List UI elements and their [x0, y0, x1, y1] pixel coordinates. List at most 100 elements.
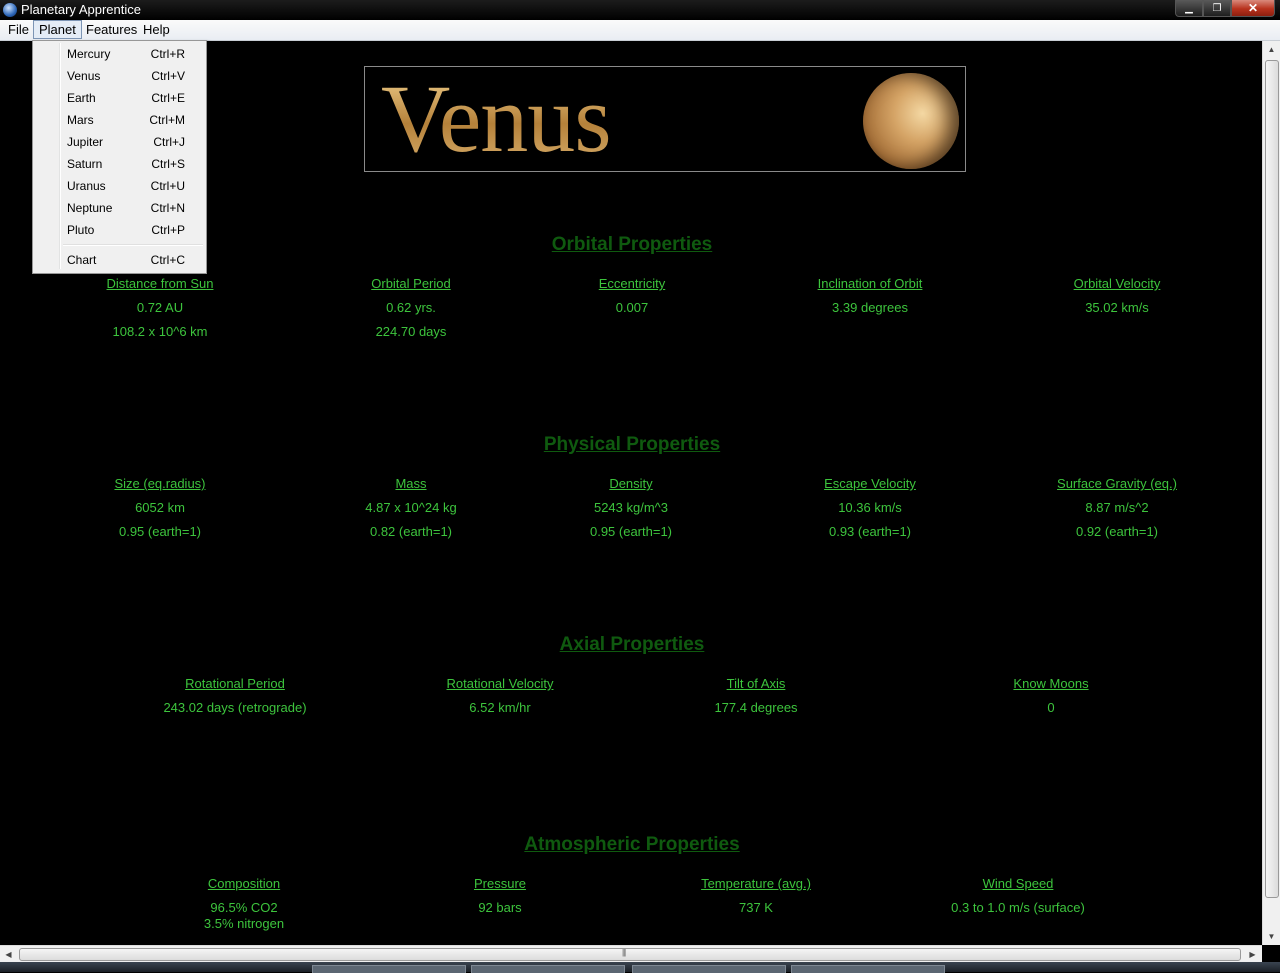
menu-item-label: Neptune [67, 201, 113, 215]
menu-item-label: Mars [67, 113, 94, 127]
column-header: Rotational Period [185, 676, 285, 691]
value: 4.87 x 10^24 kg [365, 500, 457, 515]
menu-item-pluto[interactable]: Pluto Ctrl+P [35, 219, 203, 241]
horizontal-scrollbar[interactable]: ◀ ||| ▶ [0, 945, 1262, 963]
value: 3.5% nitrogen [203, 916, 285, 931]
column-header: Distance from Sun [106, 276, 214, 291]
menu-item-shortcut: Ctrl+S [151, 157, 185, 171]
horizontal-scroll-thumb[interactable] [19, 948, 1241, 961]
column-header: Orbital Period [371, 276, 451, 291]
menu-item-jupiter[interactable]: Jupiter Ctrl+J [35, 131, 203, 153]
vertical-scroll-thumb[interactable] [1265, 60, 1279, 898]
vertical-scrollbar[interactable]: ▲ ▼ [1262, 41, 1280, 945]
menu-item-label: Venus [67, 69, 101, 83]
column-header: Eccentricity [598, 276, 666, 291]
menu-file[interactable]: File [3, 21, 34, 38]
column-header: Orbital Velocity [1073, 276, 1161, 291]
atmospheric-col-composition: Composition 96.5% CO2 3.5% nitrogen [124, 876, 364, 932]
value: 0.3 to 1.0 m/s (surface) [951, 900, 1085, 915]
window-controls: ▁ ❐ ✕ [1175, 0, 1275, 17]
menu-item-label: Saturn [67, 157, 103, 171]
column-header: Temperature (avg.) [701, 876, 811, 891]
orbital-col-inclination: Inclination of Orbit 3.39 degrees [750, 276, 990, 324]
scroll-right-arrow-icon[interactable]: ▶ [1244, 946, 1261, 963]
value: 177.4 degrees [714, 700, 798, 715]
atmospheric-col-temperature: Temperature (avg.) 737 K [636, 876, 876, 924]
column-header: Inclination of Orbit [817, 276, 923, 291]
menu-item-venus[interactable]: Venus Ctrl+V [35, 65, 203, 87]
physical-col-escape-velocity: Escape Velocity 10.36 km/s 0.93 (earth=1… [750, 476, 990, 548]
column-header: Size (eq.radius) [114, 476, 206, 491]
column-header: Density [609, 476, 653, 491]
value: 737 K [739, 900, 773, 915]
menu-item-label: Earth [67, 91, 96, 105]
physical-col-mass: Mass 4.87 x 10^24 kg 0.82 (earth=1) [291, 476, 531, 548]
menu-item-neptune[interactable]: Neptune Ctrl+N [35, 197, 203, 219]
menu-item-shortcut: Ctrl+N [150, 201, 185, 215]
atmospheric-col-pressure: Pressure 92 bars [380, 876, 620, 924]
column-header: Know Moons [1013, 676, 1089, 691]
planet-banner: Venus [364, 66, 966, 172]
column-header: Composition [207, 876, 281, 891]
value: 35.02 km/s [1085, 300, 1149, 315]
menu-item-label: Mercury [67, 47, 111, 61]
maximize-button[interactable]: ❐ [1203, 0, 1231, 17]
menu-item-shortcut: Ctrl+C [150, 253, 185, 267]
minimize-button[interactable]: ▁ [1175, 0, 1203, 17]
menu-separator [63, 244, 203, 246]
window-title: Planetary Apprentice [21, 2, 141, 17]
axial-col-rotational-velocity: Rotational Velocity 6.52 km/hr [380, 676, 620, 724]
menu-features[interactable]: Features [81, 21, 142, 38]
value: 0.007 [615, 300, 649, 315]
menu-item-shortcut: Ctrl+R [150, 47, 185, 61]
value: 0.95 (earth=1) [589, 524, 673, 539]
banner-planet-name: Venus [381, 66, 612, 172]
physical-col-surface-gravity: Surface Gravity (eq.) 8.87 m/s^2 0.92 (e… [997, 476, 1237, 548]
value: 6.52 km/hr [469, 700, 531, 715]
orbital-col-period: Orbital Period 0.62 yrs. 224.70 days [291, 276, 531, 348]
physical-col-size: Size (eq.radius) 6052 km 0.95 (earth=1) [40, 476, 280, 548]
menu-planet[interactable]: Planet [33, 20, 82, 39]
menu-help[interactable]: Help [138, 21, 175, 38]
orbital-col-eccentricity: Eccentricity 0.007 [512, 276, 752, 324]
value: 5243 kg/m^3 [593, 500, 669, 515]
value: 0.72 AU [136, 300, 184, 315]
value: 243.02 days (retrograde) [163, 700, 307, 715]
physical-col-density: Density 5243 kg/m^3 0.95 (earth=1) [511, 476, 751, 548]
value: 8.87 m/s^2 [1085, 500, 1149, 515]
column-header: Surface Gravity (eq.) [1057, 476, 1177, 491]
scroll-left-arrow-icon[interactable]: ◀ [0, 946, 17, 963]
menu-bar: File Planet Features Help [0, 20, 1280, 41]
menu-item-earth[interactable]: Earth Ctrl+E [35, 87, 203, 109]
menu-item-chart[interactable]: Chart Ctrl+C [35, 249, 203, 271]
menu-item-label: Jupiter [67, 135, 104, 149]
taskbar [0, 962, 1280, 973]
menu-item-saturn[interactable]: Saturn Ctrl+S [35, 153, 203, 175]
value: 6052 km [135, 500, 185, 515]
axial-col-rotational-period: Rotational Period 243.02 days (retrograd… [115, 676, 355, 724]
value: 3.39 degrees [832, 300, 908, 315]
axial-col-moons: Know Moons 0 [931, 676, 1171, 724]
menu-item-mars[interactable]: Mars Ctrl+M [35, 109, 203, 131]
value: 224.70 days [375, 324, 447, 339]
value: 10.36 km/s [838, 500, 902, 515]
app-icon [3, 3, 17, 17]
scroll-grip-icon: ||| [622, 948, 626, 957]
atmospheric-col-wind-speed: Wind Speed 0.3 to 1.0 m/s (surface) [898, 876, 1138, 924]
scroll-up-arrow-icon[interactable]: ▲ [1263, 41, 1280, 58]
column-header: Wind Speed [982, 876, 1054, 891]
physical-properties-title: Physical Properties [543, 434, 721, 455]
menu-item-shortcut: Ctrl+E [151, 91, 185, 105]
atmospheric-properties-title: Atmospheric Properties [524, 834, 740, 855]
column-header: Tilt of Axis [726, 676, 786, 691]
value: 0.82 (earth=1) [369, 524, 453, 539]
menu-item-mercury[interactable]: Mercury Ctrl+R [35, 43, 203, 65]
menu-item-label: Chart [67, 253, 97, 267]
scroll-down-arrow-icon[interactable]: ▼ [1263, 928, 1280, 945]
axial-properties-title: Axial Properties [559, 634, 705, 655]
menu-item-uranus[interactable]: Uranus Ctrl+U [35, 175, 203, 197]
menu-item-shortcut: Ctrl+P [151, 223, 185, 237]
menu-item-shortcut: Ctrl+U [150, 179, 185, 193]
close-button[interactable]: ✕ [1231, 0, 1275, 17]
menu-item-label: Pluto [67, 223, 95, 237]
